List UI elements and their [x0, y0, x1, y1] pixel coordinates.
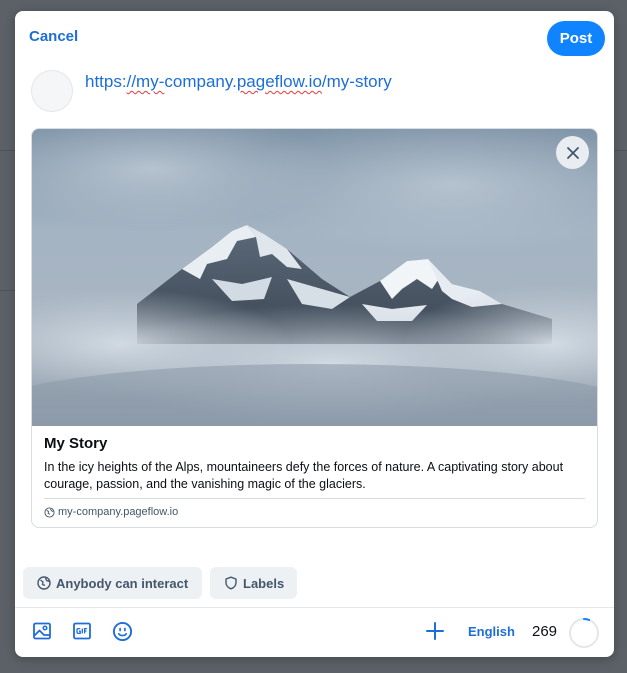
globe-icon — [37, 576, 51, 590]
emoji-icon — [112, 621, 132, 641]
labels-label: Labels — [243, 575, 285, 591]
add-gif-button[interactable] — [71, 620, 93, 642]
link-preview-title: My Story — [44, 435, 108, 452]
shield-icon — [225, 576, 237, 590]
post-button[interactable]: Post — [547, 21, 605, 56]
post-text-segment: https: — [85, 72, 127, 91]
link-preview-domain: my-company.pageflow.io — [44, 506, 178, 518]
globe-icon — [44, 506, 55, 518]
link-preview-description: In the icy heights of the Alps, mountain… — [44, 460, 564, 491]
post-text-misspelled-segment: pageflow.io — [236, 72, 322, 91]
language-selector[interactable]: English — [468, 624, 515, 639]
character-progress-ring — [569, 618, 599, 648]
composer-dialog: Cancel Post https://my-company.pageflow.… — [15, 11, 614, 657]
add-thread-post-button[interactable] — [424, 620, 446, 642]
link-preview-image — [32, 129, 597, 426]
plus-icon — [426, 622, 444, 640]
post-text-segment: /my-story — [321, 72, 392, 91]
remove-link-preview-button[interactable] — [556, 136, 589, 169]
post-text-misspelled-segment: //my- — [126, 72, 165, 91]
link-preview-card[interactable]: My Story In the icy heights of the Alps,… — [31, 128, 598, 528]
toolbar-divider — [15, 607, 614, 608]
link-preview-divider — [44, 498, 585, 499]
labels-button[interactable]: Labels — [210, 567, 297, 599]
add-emoji-button[interactable] — [111, 620, 133, 642]
image-icon — [33, 622, 51, 640]
cancel-button[interactable]: Cancel — [29, 28, 78, 45]
character-count: 269 — [532, 623, 558, 640]
post-text-segment: company. — [164, 72, 237, 91]
interaction-settings-button[interactable]: Anybody can interact — [23, 567, 202, 599]
gif-icon — [73, 622, 91, 640]
post-text-input[interactable]: https://my-company.pageflow.io/my-story — [85, 72, 392, 92]
interaction-settings-label: Anybody can interact — [56, 575, 189, 591]
link-preview-domain-text: my-company.pageflow.io — [58, 506, 179, 518]
close-icon — [566, 146, 579, 159]
add-image-button[interactable] — [31, 620, 53, 642]
avatar[interactable] — [31, 70, 73, 112]
